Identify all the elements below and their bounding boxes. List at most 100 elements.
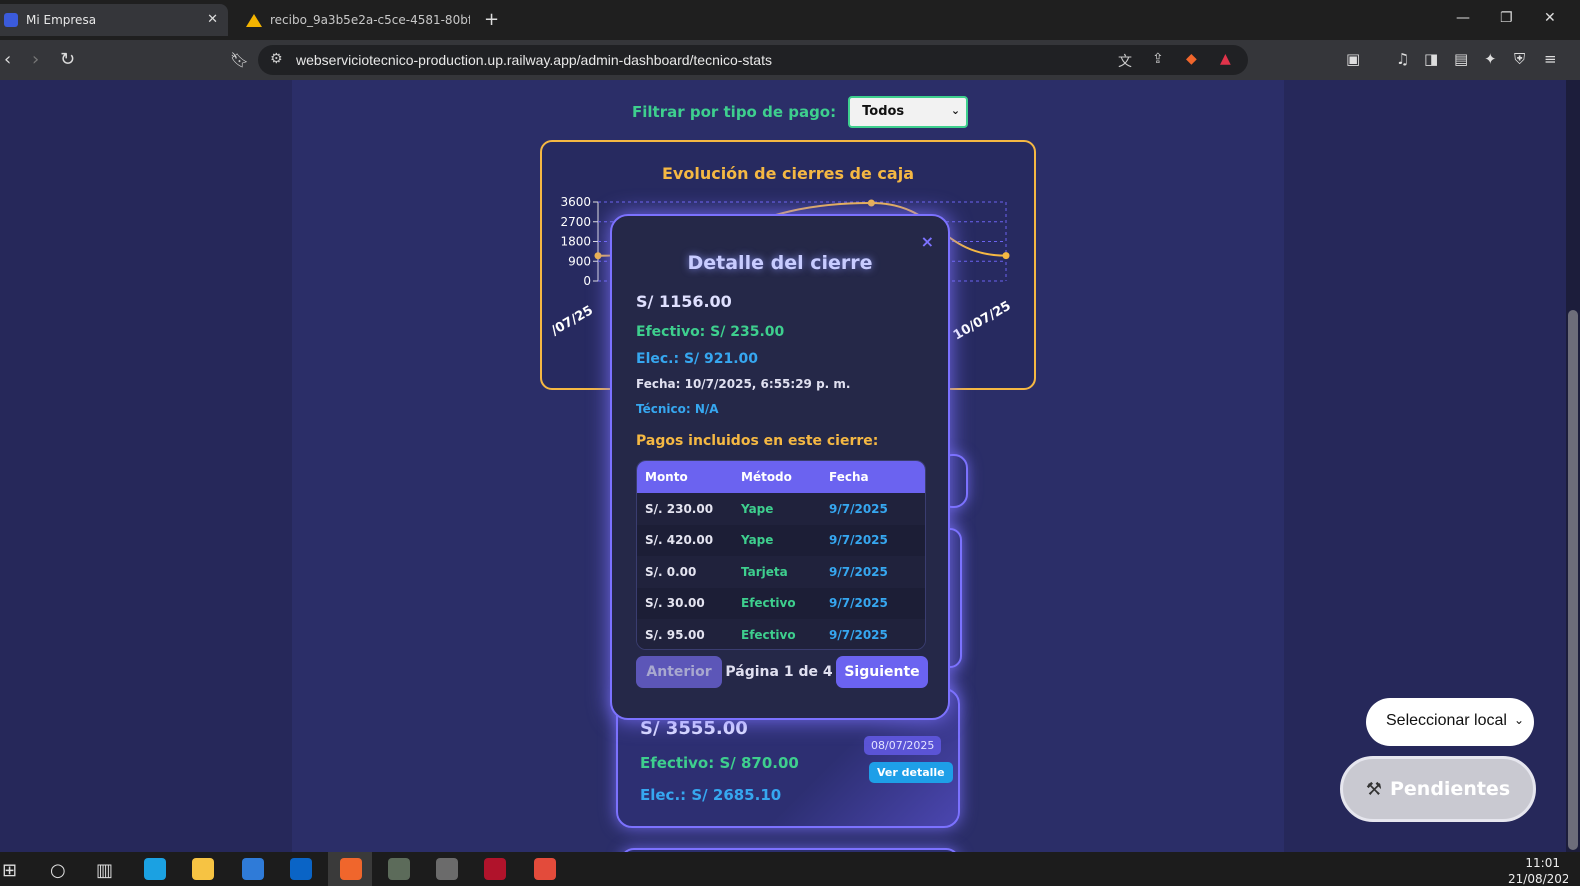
pagos-table: Monto Método Fecha S/. 230.00 Yape 9/7/2… (636, 460, 926, 650)
app-icon[interactable] (436, 858, 458, 880)
address-bar-row: ‹ › ↻ 🔖︎ ⚙︎ webserviciotecnico-productio… (0, 40, 1580, 80)
forward-icon[interactable]: › (32, 49, 39, 70)
cell-monto: S/. 420.00 (645, 533, 714, 548)
cell-metodo: Efectivo (741, 596, 796, 611)
store-icon[interactable] (242, 858, 264, 880)
url-text: webserviciotecnico-production.up.railway… (296, 52, 772, 68)
chevron-down-icon: ⌄ (1513, 713, 1524, 727)
data-point (594, 252, 602, 260)
cell-metodo: Yape (741, 501, 774, 516)
reload-icon[interactable]: ↻ (60, 49, 75, 70)
col-metodo: Método (741, 470, 792, 484)
modal-electronico: Elec.: S/ 921.00 (636, 351, 759, 367)
back-icon[interactable]: ‹ (4, 49, 11, 70)
table-row: S/. 30.00 Efectivo 9/7/2025 (637, 588, 925, 620)
outlook-icon[interactable] (290, 858, 312, 880)
task-view-icon[interactable]: ▥ (96, 860, 113, 881)
modal-fecha: Fecha: 10/7/2025, 6:55:29 p. m. (636, 377, 850, 391)
edge-icon[interactable] (144, 858, 166, 880)
local-select-value: Seleccionar local (1386, 712, 1507, 729)
tecnico-value: N/A (694, 402, 719, 416)
brave-rewards-icon[interactable]: ▲ (1220, 51, 1231, 67)
y-tick-label: 1800 (560, 235, 591, 249)
search-icon[interactable]: ○ (50, 860, 66, 881)
table-row: S/. 420.00 Yape 9/7/2025 (637, 525, 925, 557)
leo-icon[interactable]: ✦ (1484, 50, 1497, 68)
page-indicator: Página 1 de 4 (725, 664, 833, 680)
taskbar: ⊞ ○ ▥ 11:01 21/08/2025 (0, 852, 1580, 886)
app-icon[interactable] (534, 858, 556, 880)
table-header: Monto Método Fecha (637, 461, 925, 493)
drive-favicon-icon (246, 13, 262, 27)
modal-total: S/ 1156.00 (636, 292, 732, 311)
y-tick-label: 0 (583, 274, 591, 288)
table-row: S/. 0.00 Tarjeta 9/7/2025 (637, 556, 925, 588)
sidebar-icon[interactable]: ◨ (1424, 50, 1438, 68)
cierre-efectivo: Efectivo: S/ 870.00 (640, 754, 799, 772)
site-settings-icon[interactable]: ⚙︎ (270, 51, 283, 67)
file-explorer-icon[interactable] (192, 858, 214, 880)
cell-metodo: Yape (741, 533, 774, 548)
minimize-icon[interactable]: — (1456, 10, 1470, 26)
x-tick-label: 10/07/25 (951, 299, 1014, 344)
table-row: S/. 230.00 Yape 9/7/2025 (637, 493, 925, 525)
app-d-icon[interactable] (484, 858, 506, 880)
media-icon[interactable]: ♫ (1396, 50, 1409, 68)
tab-bar: Mi Empresa ✕ recibo_9a3b5e2a-c5ce-4581-8… (0, 0, 1580, 40)
modal-title: Detalle del cierre (687, 252, 873, 274)
pagination: Anterior Página 1 de 4 Siguiente (636, 656, 928, 688)
url-field[interactable]: ⚙︎ webserviciotecnico-production.up.rail… (258, 45, 1248, 75)
cell-monto: S/. 230.00 (645, 501, 714, 516)
pendientes-button[interactable]: ⚒ Pendientes (1340, 756, 1536, 822)
reader-icon[interactable]: ▣ (1346, 50, 1360, 68)
tab-recibo[interactable]: recibo_9a3b5e2a-c5ce-4581-80bf-7c (240, 4, 476, 36)
scrollbar-thumb[interactable] (1568, 310, 1578, 850)
cell-fecha: 9/7/2025 (829, 564, 888, 579)
brave-icon[interactable] (340, 858, 362, 880)
tab-title: recibo_9a3b5e2a-c5ce-4581-80bf-7c (270, 13, 470, 27)
scrollbar[interactable] (1566, 80, 1580, 852)
cell-fecha: 9/7/2025 (829, 596, 888, 611)
cell-monto: S/. 95.00 (645, 627, 705, 642)
x-tick-label: /07/25 (549, 303, 596, 339)
cell-fecha: 9/7/2025 (829, 501, 888, 516)
window-close-icon[interactable]: ✕ (1544, 10, 1556, 26)
translate-icon[interactable]: 文 (1118, 51, 1132, 71)
col-monto: Monto (645, 470, 688, 484)
tab-mi-empresa[interactable]: Mi Empresa ✕ (0, 4, 228, 36)
menu-icon[interactable]: ≡ (1544, 50, 1557, 68)
anterior-button[interactable]: Anterior (636, 656, 722, 688)
cierre-electronico: Elec.: S/ 2685.10 (640, 786, 782, 804)
share-icon[interactable]: ⇪ (1152, 51, 1164, 67)
modal-tecnico: Técnico: N/A (636, 402, 719, 416)
close-tab-icon[interactable]: ✕ (207, 12, 218, 27)
restore-icon[interactable]: ❐ (1500, 10, 1513, 26)
col-fecha: Fecha (829, 470, 869, 484)
clock-time: 11:01 (1525, 856, 1560, 870)
ver-detalle-button[interactable]: Ver detalle (869, 762, 953, 783)
new-tab-plus-icon[interactable]: + (484, 9, 499, 30)
tools-icon: ⚒ (1365, 778, 1382, 800)
detalle-cierre-modal: × Detalle del cierre S/ 1156.00 Efectivo… (610, 214, 950, 720)
fecha-value: 10/7/2025, 6:55:29 p. m. (684, 377, 851, 391)
app-icon[interactable] (388, 858, 410, 880)
wallet-icon[interactable]: ▤ (1454, 50, 1468, 68)
pendientes-label: Pendientes (1389, 778, 1511, 800)
fecha-label: Fecha: (636, 377, 681, 391)
local-select[interactable]: Seleccionar local ⌄ (1366, 698, 1534, 746)
cierre-date-badge: 08/07/2025 (864, 736, 942, 755)
y-tick-label: 900 (568, 254, 591, 268)
table-row: S/. 95.00 Efectivo 9/7/2025 (637, 619, 925, 649)
siguiente-button[interactable]: Siguiente (836, 656, 928, 688)
brave-shields-icon[interactable]: ◆ (1186, 51, 1197, 67)
data-point (867, 199, 875, 207)
windows-start-icon[interactable]: ⊞ (2, 860, 17, 881)
close-icon[interactable]: × (921, 232, 934, 251)
app-favicon-icon (4, 13, 18, 27)
pagos-subtitle: Pagos incluidos en este cierre: (636, 433, 879, 449)
vpn-icon[interactable]: ⛨ (1514, 50, 1525, 68)
tecnico-label: Técnico: (636, 402, 691, 416)
cell-fecha: 9/7/2025 (829, 533, 888, 548)
bookmark-icon[interactable]: 🔖︎ (230, 51, 249, 69)
cell-fecha: 9/7/2025 (829, 627, 888, 642)
